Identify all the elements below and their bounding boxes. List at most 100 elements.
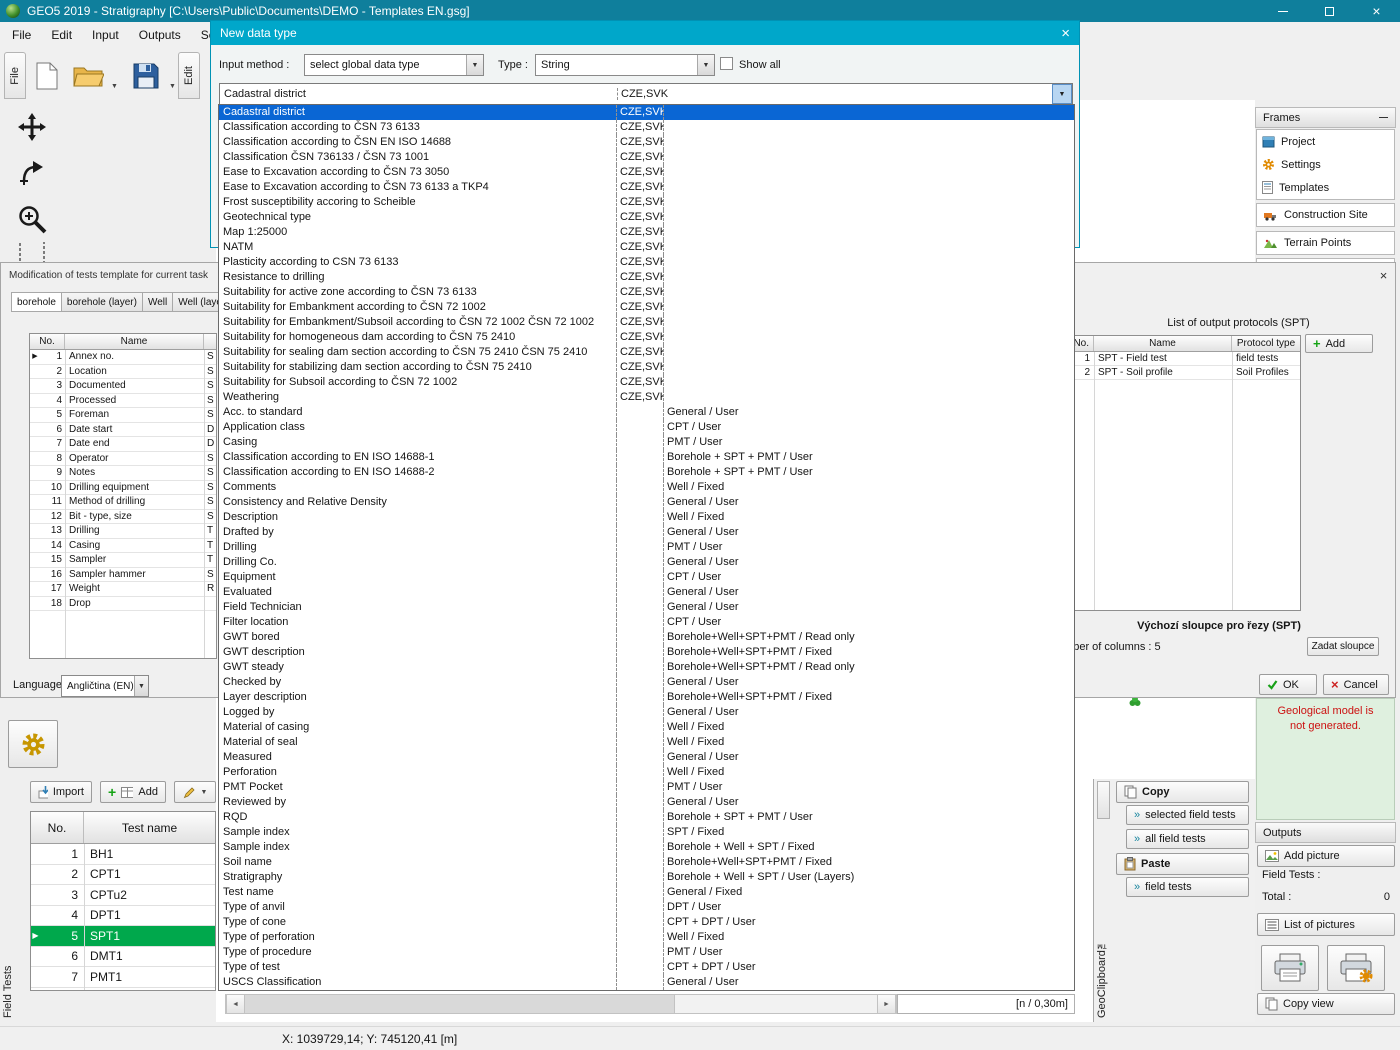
data-type-option[interactable]: Suitability for Subsoil according to ČSN… xyxy=(219,375,1074,390)
template-table-row[interactable]: 15SamplerT xyxy=(30,553,216,568)
template-table-row[interactable]: 5ForemanS xyxy=(30,408,216,423)
data-type-option[interactable]: Classification ČSN 736133 / ČSN 73 1001C… xyxy=(219,150,1074,165)
input-method-select[interactable]: select global data type ▼ xyxy=(304,54,484,76)
data-type-option[interactable]: Field TechnicianGeneral / User xyxy=(219,600,1074,615)
column-header-type[interactable] xyxy=(204,334,216,349)
template-table-row[interactable]: 18Drop xyxy=(30,597,216,612)
data-type-option[interactable]: PMT PocketPMT / User xyxy=(219,780,1074,795)
template-table-row[interactable]: 17WeightR xyxy=(30,582,216,597)
template-table-row[interactable]: 14CasingT xyxy=(30,539,216,554)
menu-outputs[interactable]: Outputs xyxy=(129,23,191,47)
scroll-left-button[interactable]: ◄ xyxy=(226,995,245,1013)
print-settings-button[interactable] xyxy=(1327,945,1385,991)
field-test-row[interactable]: 6DMT1 xyxy=(31,947,215,968)
data-type-option[interactable]: Drafted byGeneral / User xyxy=(219,525,1074,540)
template-table-row[interactable]: 13DrillingT xyxy=(30,524,216,539)
data-type-option[interactable]: Classification according to ČSN 73 6133C… xyxy=(219,120,1074,135)
set-columns-button[interactable]: Zadat sloupce xyxy=(1307,637,1379,656)
zoom-tool-button[interactable] xyxy=(8,196,56,242)
template-table-row[interactable]: 12Bit - type, sizeS xyxy=(30,510,216,525)
sidebar-item-terrain-points[interactable]: Terrain Points xyxy=(1256,231,1395,255)
data-type-option[interactable]: DrillingPMT / User xyxy=(219,540,1074,555)
data-type-combobox[interactable]: Cadastral district CZE,SVK ▼ xyxy=(219,83,1073,105)
copy-selected-field-tests-button[interactable]: » selected field tests xyxy=(1126,805,1249,825)
chevron-down-icon[interactable]: ▼ xyxy=(1052,84,1072,104)
data-type-option[interactable]: Classification according to EN ISO 14688… xyxy=(219,465,1074,480)
data-type-option[interactable]: Type of anvilDPT / User xyxy=(219,900,1074,915)
column-header-protocol-type[interactable]: Protocol type xyxy=(1232,336,1300,351)
data-type-option[interactable]: Suitability for homogeneous dam accordin… xyxy=(219,330,1074,345)
data-type-option[interactable]: Suitability for Embankment according to … xyxy=(219,300,1074,315)
template-table-row[interactable]: 11Method of drillingS xyxy=(30,495,216,510)
import-button[interactable]: Import xyxy=(30,781,92,803)
data-type-option[interactable]: Suitability for sealing dam section acco… xyxy=(219,345,1074,360)
scroll-right-button[interactable]: ► xyxy=(877,995,896,1013)
paste-button[interactable]: Paste xyxy=(1116,853,1249,875)
edit-tests-button[interactable]: ▼ xyxy=(174,781,216,803)
template-table-row[interactable]: 9NotesS xyxy=(30,466,216,481)
column-header-no[interactable]: No. xyxy=(30,334,65,349)
data-type-option[interactable]: PerforationWell / Fixed xyxy=(219,765,1074,780)
tab-borehole[interactable]: borehole xyxy=(11,292,62,312)
data-type-option[interactable]: CommentsWell / Fixed xyxy=(219,480,1074,495)
type-select[interactable]: String ▼ xyxy=(535,54,715,76)
sidebar-item-project[interactable]: Project xyxy=(1257,130,1394,153)
template-table-row[interactable]: 2LocationS xyxy=(30,365,216,380)
data-type-option[interactable]: StratigraphyBorehole + Well + SPT / User… xyxy=(219,870,1074,885)
add-test-button[interactable]: + Add xyxy=(100,781,166,803)
data-type-option[interactable]: Material of casingWell / Fixed xyxy=(219,720,1074,735)
data-type-option[interactable]: Type of perforationWell / Fixed xyxy=(219,930,1074,945)
data-type-option[interactable]: Consistency and Relative DensityGeneral … xyxy=(219,495,1074,510)
data-type-option[interactable]: Classification according to ČSN EN ISO 1… xyxy=(219,135,1074,150)
template-table-row[interactable]: 7Date endD xyxy=(30,437,216,452)
data-type-option[interactable]: WeatheringCZE,SVK xyxy=(219,390,1074,405)
data-type-option[interactable]: Material of sealWell / Fixed xyxy=(219,735,1074,750)
template-table-row[interactable]: 8OperatorS xyxy=(30,452,216,467)
data-type-option[interactable]: Geotechnical typeCZE,SVK xyxy=(219,210,1074,225)
column-header-name[interactable]: Name xyxy=(65,334,204,349)
data-type-option[interactable]: Ease to Excavation according to ČSN 73 3… xyxy=(219,165,1074,180)
minimize-button[interactable] xyxy=(1259,0,1306,22)
add-picture-button[interactable]: Add picture xyxy=(1257,845,1395,867)
list-of-pictures-button[interactable]: List of pictures xyxy=(1257,913,1395,936)
data-type-option[interactable]: Map 1:25000CZE,SVK xyxy=(219,225,1074,240)
sidebar-item-settings[interactable]: Settings xyxy=(1257,153,1394,176)
data-type-option[interactable]: EvaluatedGeneral / User xyxy=(219,585,1074,600)
copy-view-button[interactable]: Copy view xyxy=(1257,993,1395,1015)
data-type-option[interactable]: Checked byGeneral / User xyxy=(219,675,1074,690)
field-test-row[interactable]: 2CPT1 xyxy=(31,865,215,886)
tab-borehole-layer[interactable]: borehole (layer) xyxy=(62,292,143,312)
sidebar-item-templates[interactable]: Templates xyxy=(1257,176,1394,199)
data-type-option[interactable]: Soil nameBorehole+Well+SPT+PMT / Fixed xyxy=(219,855,1074,870)
data-type-option[interactable]: CasingPMT / User xyxy=(219,435,1074,450)
show-all-checkbox[interactable] xyxy=(720,57,733,70)
close-button[interactable]: × xyxy=(1353,0,1400,22)
collapse-icon[interactable] xyxy=(1379,117,1388,118)
maximize-button[interactable] xyxy=(1306,0,1353,22)
template-table-row[interactable]: 4ProcessedS xyxy=(30,394,216,409)
menu-edit[interactable]: Edit xyxy=(41,23,82,47)
tab-edit-vertical[interactable]: Edit xyxy=(178,52,200,99)
data-type-option[interactable]: DescriptionWell / Fixed xyxy=(219,510,1074,525)
data-type-option[interactable]: Suitability for stabilizing dam section … xyxy=(219,360,1074,375)
copy-all-field-tests-button[interactable]: » all field tests xyxy=(1126,829,1249,849)
field-test-row[interactable]: 1BH1 xyxy=(31,844,215,865)
data-type-option[interactable]: Filter locationCPT / User xyxy=(219,615,1074,630)
data-type-option[interactable]: Reviewed byGeneral / User xyxy=(219,795,1074,810)
data-type-option[interactable]: Type of coneCPT + DPT / User xyxy=(219,915,1074,930)
template-dialog-close-icon[interactable]: × xyxy=(1375,267,1392,284)
template-table-row[interactable]: 3DocumentedS xyxy=(30,379,216,394)
data-type-option[interactable]: GWT steadyBorehole+Well+SPT+PMT / Read o… xyxy=(219,660,1074,675)
data-type-option[interactable]: Test nameGeneral / Fixed xyxy=(219,885,1074,900)
data-type-option[interactable]: RQDBorehole + SPT + PMT / User xyxy=(219,810,1074,825)
data-type-option[interactable]: MeasuredGeneral / User xyxy=(219,750,1074,765)
data-type-option[interactable]: Sample indexBorehole + Well + SPT / Fixe… xyxy=(219,840,1074,855)
sidebar-item-construction-site[interactable]: Construction Site xyxy=(1256,203,1395,227)
scrollbar-thumb[interactable] xyxy=(245,995,675,1013)
data-type-option[interactable]: Type of procedurePMT / User xyxy=(219,945,1074,960)
protocol-row[interactable]: 2SPT - Soil profileSoil Profiles xyxy=(1044,366,1300,380)
menu-file[interactable]: File xyxy=(2,23,41,47)
data-type-option[interactable]: EquipmentCPT / User xyxy=(219,570,1074,585)
data-type-option[interactable]: GWT descriptionBorehole+Well+SPT+PMT / F… xyxy=(219,645,1074,660)
data-type-option[interactable]: USCS ClassificationGeneral / User xyxy=(219,975,1074,990)
